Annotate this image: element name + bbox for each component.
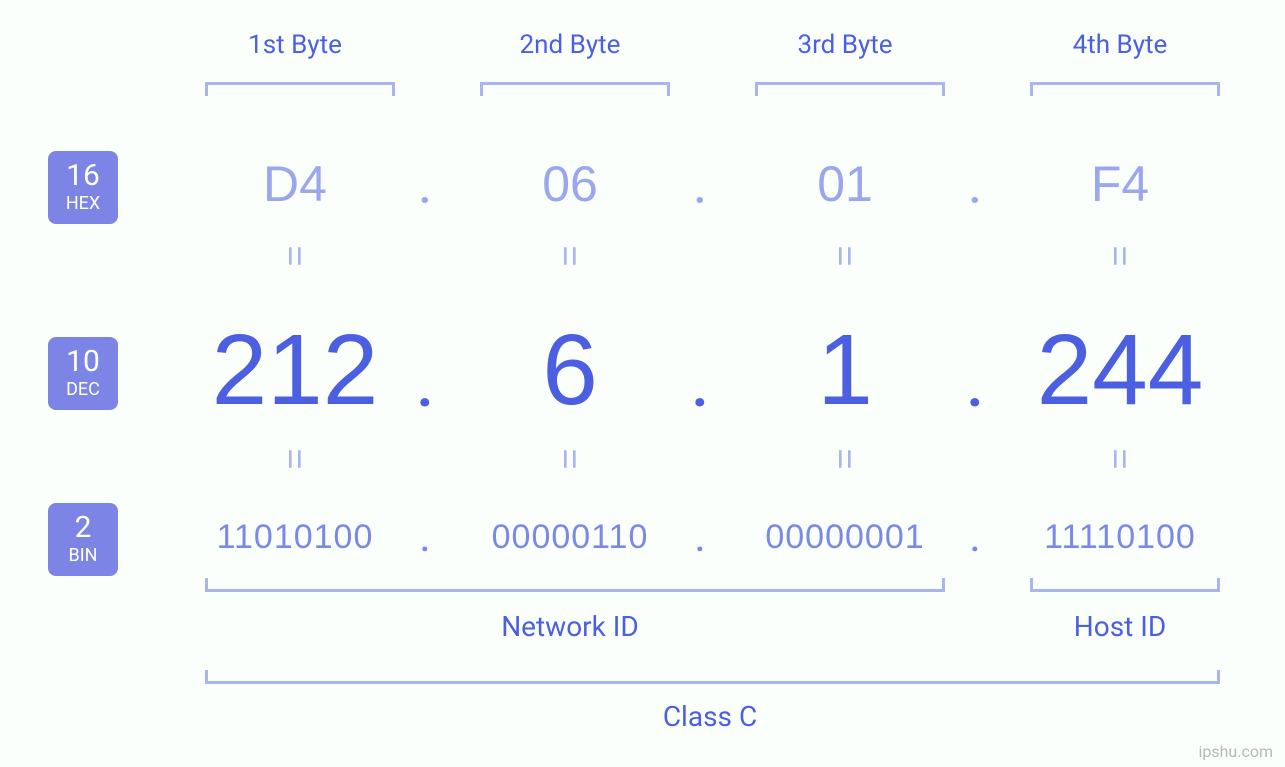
dec-badge: 10 DEC: [48, 337, 118, 410]
class-label: Class C: [610, 700, 810, 733]
bin-byte-3: 00000001: [725, 518, 965, 557]
byte-header-3: 3rd Byte: [745, 30, 945, 60]
bin-byte-2: 00000110: [450, 518, 690, 557]
eq-1-2: =: [549, 226, 591, 286]
byte-header-1: 1st Byte: [195, 30, 395, 60]
bin-byte-1: 11010100: [175, 518, 415, 557]
bin-badge: 2 BIN: [48, 503, 118, 576]
byte-header-4: 4th Byte: [1020, 30, 1220, 60]
hex-dot-1: .: [405, 162, 445, 214]
hex-badge-label: HEX: [62, 193, 104, 214]
bracket-top-1: [205, 82, 395, 96]
eq-1-3: =: [824, 226, 866, 286]
dec-byte-3: 1: [740, 320, 950, 420]
eq-1-1: =: [274, 226, 316, 286]
dec-badge-num: 10: [62, 347, 104, 377]
hex-byte-1: D4: [195, 155, 395, 213]
eq-1-4: =: [1099, 226, 1141, 286]
eq-2-4: =: [1099, 429, 1141, 489]
dec-badge-label: DEC: [62, 379, 104, 400]
bin-badge-label: BIN: [62, 545, 104, 566]
byte-header-2: 2nd Byte: [470, 30, 670, 60]
bin-badge-num: 2: [62, 513, 104, 543]
eq-2-1: =: [274, 429, 316, 489]
bin-dot-1: .: [405, 520, 445, 560]
bin-byte-4: 11110100: [1000, 518, 1240, 557]
hex-dot-2: .: [680, 162, 720, 214]
dec-dot-3: .: [955, 350, 995, 421]
eq-2-3: =: [824, 429, 866, 489]
dec-byte-2: 6: [465, 320, 675, 420]
dec-byte-1: 212: [190, 320, 400, 420]
network-id-label: Network ID: [470, 610, 670, 643]
ip-diagram: 1st Byte 2nd Byte 3rd Byte 4th Byte 16 H…: [0, 0, 1285, 767]
bracket-top-4: [1030, 82, 1220, 96]
bracket-class: [205, 670, 1220, 684]
hex-badge-num: 16: [62, 161, 104, 191]
dec-byte-4: 244: [1015, 320, 1225, 420]
hex-byte-2: 06: [470, 155, 670, 213]
bin-dot-2: .: [680, 520, 720, 560]
dec-dot-1: .: [405, 350, 445, 421]
hex-byte-4: F4: [1020, 155, 1220, 213]
hex-dot-3: .: [955, 162, 995, 214]
host-id-label: Host ID: [1020, 610, 1220, 643]
bin-dot-3: .: [955, 520, 995, 560]
bracket-host-id: [1030, 578, 1220, 592]
bracket-top-2: [480, 82, 670, 96]
bracket-top-3: [755, 82, 945, 96]
hex-byte-3: 01: [745, 155, 945, 213]
watermark-text: ipshu.com: [1198, 742, 1273, 761]
bracket-network-id: [205, 578, 945, 592]
dec-dot-2: .: [680, 350, 720, 421]
hex-badge: 16 HEX: [48, 151, 118, 224]
eq-2-2: =: [549, 429, 591, 489]
